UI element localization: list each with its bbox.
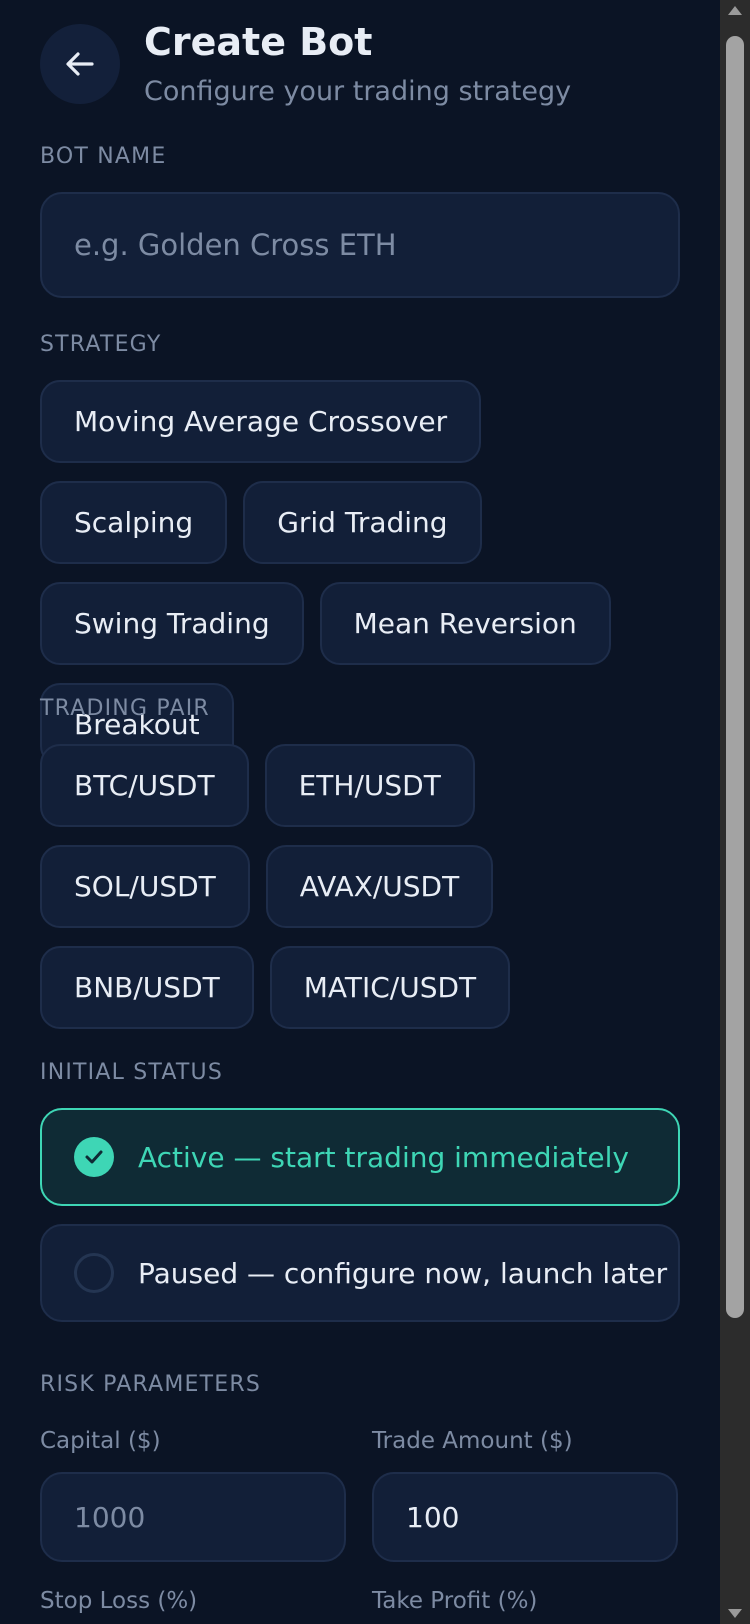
- strategy-chip[interactable]: Grid Trading: [243, 481, 482, 564]
- check-icon: [85, 1150, 103, 1164]
- take-profit-label: Take Profit (%): [372, 1588, 538, 1614]
- trading-pair-options: BTC/USDT ETH/USDT SOL/USDT AVAX/USDT BNB…: [40, 744, 680, 1029]
- pair-chip[interactable]: MATIC/USDT: [269, 946, 511, 1029]
- capital-input[interactable]: 1000: [40, 1472, 346, 1562]
- pair-chip[interactable]: SOL/USDT: [40, 845, 250, 928]
- radio-selected: [74, 1137, 114, 1177]
- strategy-chip[interactable]: Moving Average Crossover: [40, 380, 482, 463]
- arrow-left-icon: [66, 52, 94, 76]
- strategy-chip[interactable]: Swing Trading: [40, 582, 304, 665]
- pair-chip[interactable]: ETH/USDT: [264, 744, 475, 827]
- bot-name-input[interactable]: e.g. Golden Cross ETH: [40, 192, 680, 298]
- scrollbar[interactable]: [720, 0, 750, 1624]
- stop-loss-label: Stop Loss (%): [40, 1588, 198, 1614]
- status-paused-label: Paused — configure now, launch later: [138, 1256, 668, 1290]
- pair-chip[interactable]: BTC/USDT: [40, 744, 249, 827]
- strategy-chip[interactable]: Scalping: [40, 481, 228, 564]
- initial-status-label: INITIAL STATUS: [40, 1060, 224, 1085]
- capital-value: 1000: [74, 1500, 146, 1534]
- pair-chip[interactable]: AVAX/USDT: [265, 845, 494, 928]
- capital-label: Capital ($): [40, 1428, 161, 1454]
- status-option-active[interactable]: Active — start trading immediately: [40, 1108, 680, 1206]
- scroll-down-arrow-icon[interactable]: [728, 1609, 742, 1618]
- radio-unselected: [74, 1253, 114, 1293]
- pair-chip[interactable]: BNB/USDT: [40, 946, 254, 1029]
- trade-amount-value: 100: [406, 1500, 460, 1534]
- create-bot-screen: Create Bot Configure your trading strate…: [0, 0, 750, 1624]
- strategy-label: STRATEGY: [40, 332, 162, 357]
- trade-amount-input[interactable]: 100: [372, 1472, 678, 1562]
- strategy-chip[interactable]: Mean Reversion: [319, 582, 611, 665]
- trade-amount-label: Trade Amount ($): [372, 1428, 573, 1454]
- bot-name-label: BOT NAME: [40, 144, 167, 169]
- risk-parameters-label: RISK PARAMETERS: [40, 1372, 261, 1397]
- page-subtitle: Configure your trading strategy: [144, 76, 572, 107]
- trading-pair-label: TRADING PAIR: [40, 696, 210, 721]
- status-active-label: Active — start trading immediately: [138, 1140, 629, 1174]
- back-button[interactable]: [40, 24, 120, 104]
- scrollbar-thumb[interactable]: [726, 36, 744, 1318]
- page-title: Create Bot: [144, 20, 373, 64]
- scroll-up-arrow-icon[interactable]: [728, 6, 742, 15]
- status-option-paused[interactable]: Paused — configure now, launch later: [40, 1224, 680, 1322]
- bot-name-placeholder: e.g. Golden Cross ETH: [74, 228, 397, 262]
